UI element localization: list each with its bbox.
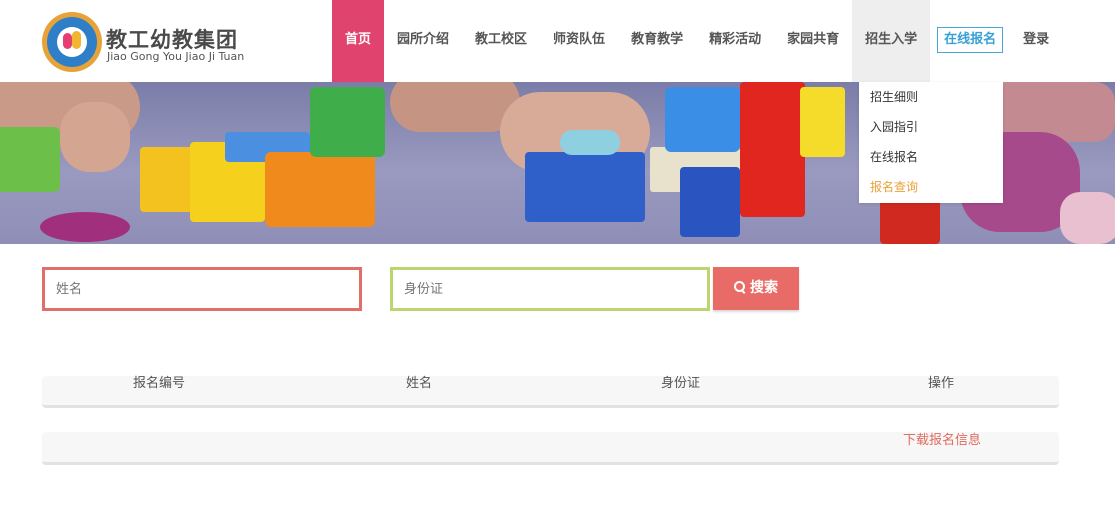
nav-login[interactable]: 登录 <box>1010 0 1062 82</box>
nav-about[interactable]: 园所介绍 <box>384 0 462 82</box>
nav-campus[interactable]: 教工校区 <box>462 0 540 82</box>
search-icon <box>734 281 746 293</box>
nav-education[interactable]: 教育教学 <box>618 0 696 82</box>
nav-home-school[interactable]: 家园共育 <box>774 0 852 82</box>
nav-activities[interactable]: 精彩活动 <box>696 0 774 82</box>
nav-enrollment[interactable]: 招生入学 <box>852 0 931 82</box>
search-button-label: 搜索 <box>750 280 778 296</box>
column-header-action: 操作 <box>928 376 955 391</box>
enrollment-dropdown: 招生细则 入园指引 在线报名 报名查询 <box>859 82 1003 203</box>
name-input[interactable] <box>42 267 362 311</box>
results-table-header: 报名编号 姓名 身份证 操作 <box>42 376 1059 408</box>
dropdown-item-query[interactable]: 报名查询 <box>859 176 1003 206</box>
column-header-id-card: 身份证 <box>661 376 701 391</box>
dropdown-item-guide[interactable]: 入园指引 <box>859 116 1003 146</box>
download-signup-info-link[interactable]: 下载报名信息 <box>903 433 981 449</box>
search-form: 搜索 <box>42 267 802 313</box>
site-logo[interactable]: 教工幼教集团 Jiao Gong You Jiao Ji Tuan <box>42 12 245 72</box>
site-header: 教工幼教集团 Jiao Gong You Jiao Ji Tuan 首页 园所介… <box>0 0 1115 82</box>
nav-online-signup-label: 在线报名 <box>937 27 1004 53</box>
nav-teachers[interactable]: 师资队伍 <box>540 0 618 82</box>
nav-online-signup[interactable]: 在线报名 <box>930 0 1010 82</box>
search-button[interactable]: 搜索 <box>713 267 799 310</box>
nav-home[interactable]: 首页 <box>332 0 385 82</box>
dropdown-item-signup[interactable]: 在线报名 <box>859 146 1003 176</box>
column-header-name: 姓名 <box>406 376 433 391</box>
brand-name-en: Jiao Gong You Jiao Ji Tuan <box>107 50 245 63</box>
column-header-signup-no: 报名编号 <box>133 376 186 391</box>
main-nav: 首页 园所介绍 教工校区 师资队伍 教育教学 精彩活动 家园共育 招生入学 在线… <box>332 0 1062 82</box>
dropdown-item-rules[interactable]: 招生细则 <box>859 86 1003 116</box>
logo-badge-icon <box>42 12 102 72</box>
id-card-input[interactable] <box>390 267 710 311</box>
results-table-footer: 下载报名信息 <box>42 432 1059 465</box>
